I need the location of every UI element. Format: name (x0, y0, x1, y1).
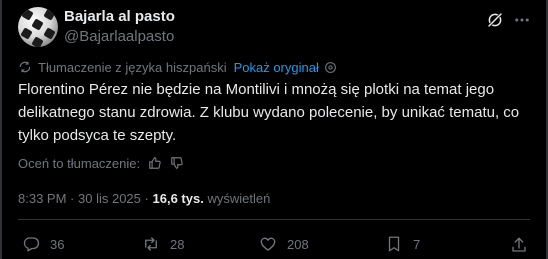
reply-icon (23, 237, 40, 252)
divider (18, 219, 530, 220)
translate-icon (19, 61, 31, 73)
translation-notice-text: Tłumaczenie z języka hiszpański (38, 59, 227, 75)
repost-icon (145, 237, 157, 251)
heart-icon (260, 237, 276, 251)
ball-patch (20, 27, 33, 40)
ball-patch (43, 8, 56, 21)
meta-separator: · (70, 191, 75, 206)
thumbs-up-icon[interactable] (148, 156, 162, 170)
share-icon[interactable] (510, 236, 528, 254)
author-handle[interactable]: @Bajarlaalpasto (64, 28, 174, 45)
repost-count: 28 (170, 236, 185, 252)
ball-patch (43, 27, 56, 40)
rate-translation-row: Oceń to tłumaczenie: (18, 155, 184, 171)
views-label: wyświetleń (207, 191, 271, 206)
tweet-time[interactable]: 8:33 PM (18, 191, 66, 206)
views-count[interactable]: 16,6 tys. (153, 191, 204, 206)
avatar[interactable] (18, 7, 58, 47)
like-count: 208 (287, 236, 309, 252)
grok-icon[interactable] (486, 11, 504, 29)
bookmark-button[interactable]: 7 (385, 236, 420, 252)
rate-translation-label: Oceń to tłumaczenie: (18, 155, 141, 171)
tweet-text: Florentino Pérez nie będzie na Montilivi… (18, 81, 520, 144)
ball-patch (31, 36, 44, 47)
like-button[interactable]: 208 (259, 236, 309, 252)
reply-count: 36 (50, 236, 65, 252)
tweet-meta: 8:33 PM · 30 lis 2025 · 16,6 tys. wyświe… (18, 191, 270, 206)
author-name[interactable]: Bajarla al pasto (64, 8, 175, 25)
more-icon[interactable] (512, 11, 532, 29)
bookmark-icon (388, 236, 400, 252)
meta-separator: · (144, 191, 149, 206)
thumbs-down-icon[interactable] (170, 156, 184, 170)
ball-patch (31, 18, 44, 31)
reply-button[interactable]: 36 (22, 236, 64, 252)
info-icon[interactable] (324, 61, 337, 74)
ball-patch (21, 8, 34, 21)
tweet-date[interactable]: 30 lis 2025 (78, 191, 141, 206)
translation-notice: Tłumaczenie z języka hiszpański Pokaż or… (18, 59, 337, 75)
show-original-link[interactable]: Pokaż oryginał (234, 60, 319, 75)
bookmark-count: 7 (413, 236, 421, 252)
repost-button[interactable]: 28 (142, 236, 184, 252)
frame-left-border (0, 0, 2, 259)
